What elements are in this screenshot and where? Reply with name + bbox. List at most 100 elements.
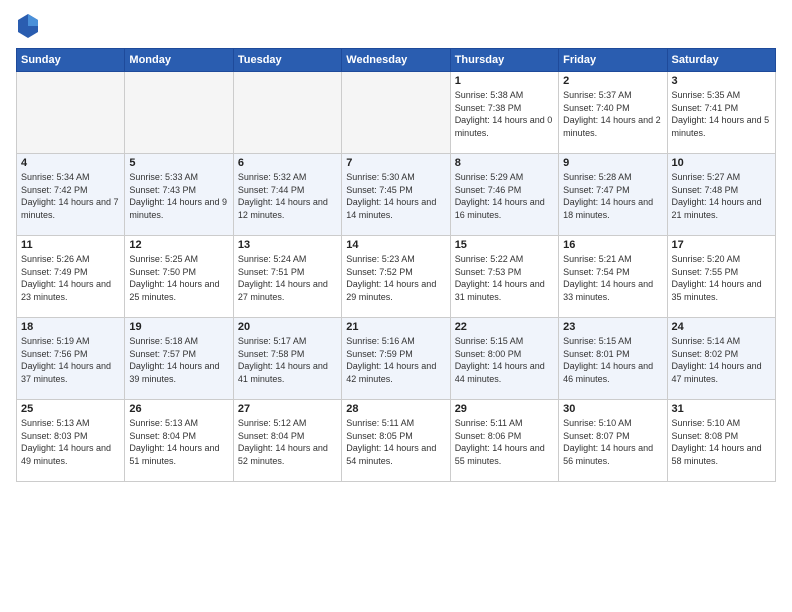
day-number: 1 [455,75,554,87]
day-cell: 15 Sunrise: 5:22 AM Sunset: 7:53 PM Dayli… [450,236,558,318]
day-cell: 16 Sunrise: 5:21 AM Sunset: 7:54 PM Dayli… [559,236,667,318]
day-info: Sunrise: 5:22 AM Sunset: 7:53 PM Dayligh… [455,253,554,303]
day-info: Sunrise: 5:32 AM Sunset: 7:44 PM Dayligh… [238,171,337,221]
day-number: 6 [238,157,337,169]
day-number: 26 [129,403,228,415]
day-number: 18 [21,321,120,333]
day-number: 19 [129,321,228,333]
day-info: Sunrise: 5:33 AM Sunset: 7:43 PM Dayligh… [129,171,228,221]
weekday-header-friday: Friday [559,49,667,72]
day-cell: 7Sunrise: 5:30 AM Sunset: 7:45 PM Daylig… [342,154,450,236]
day-info: Sunrise: 5:13 AM Sunset: 8:04 PM Dayligh… [129,417,228,467]
day-info: Sunrise: 5:18 AM Sunset: 7:57 PM Dayligh… [129,335,228,385]
day-info: Sunrise: 5:15 AM Sunset: 8:01 PM Dayligh… [563,335,662,385]
day-number: 25 [21,403,120,415]
day-number: 9 [563,157,662,169]
page: SundayMondayTuesdayWednesdayThursdayFrid… [0,0,792,612]
week-row-2: 4 Sunrise: 5:34 AM Sunset: 7:42 PM Daylig… [17,154,776,236]
day-info: Sunrise: 5:17 AM Sunset: 7:58 PM Dayligh… [238,335,337,385]
day-info: Sunrise: 5:15 AM Sunset: 8:00 PM Dayligh… [455,335,554,385]
header [16,12,776,40]
day-number: 13 [238,239,337,251]
day-info: Sunrise: 5:30 AM Sunset: 7:45 PM Dayligh… [346,171,445,221]
day-cell: 5 Sunrise: 5:33 AM Sunset: 7:43 PM Daylig… [125,154,233,236]
weekday-header-saturday: Saturday [667,49,775,72]
day-cell: 10 Sunrise: 5:27 AM Sunset: 7:48 PM Dayli… [667,154,775,236]
day-cell: 30Sunrise: 5:10 AM Sunset: 8:07 PM Dayli… [559,400,667,482]
day-number: 30 [563,403,662,415]
day-info: Sunrise: 5:11 AM Sunset: 8:05 PM Dayligh… [346,417,445,467]
day-cell: 3Sunrise: 5:35 AM Sunset: 7:41 PM Daylig… [667,72,775,154]
day-cell: 21 Sunrise: 5:16 AM Sunset: 7:59 PM Dayli… [342,318,450,400]
day-info: Sunrise: 5:12 AM Sunset: 8:04 PM Dayligh… [238,417,337,467]
day-cell: 23 Sunrise: 5:15 AM Sunset: 8:01 PM Dayli… [559,318,667,400]
weekday-row: SundayMondayTuesdayWednesdayThursdayFrid… [17,49,776,72]
day-cell: 19 Sunrise: 5:18 AM Sunset: 7:57 PM Dayli… [125,318,233,400]
day-number: 20 [238,321,337,333]
day-info: Sunrise: 5:21 AM Sunset: 7:54 PM Dayligh… [563,253,662,303]
week-row-4: 18 Sunrise: 5:19 AM Sunset: 7:56 PM Dayli… [17,318,776,400]
day-info: Sunrise: 5:26 AM Sunset: 7:49 PM Dayligh… [21,253,120,303]
day-info: Sunrise: 5:20 AM Sunset: 7:55 PM Dayligh… [672,253,771,303]
day-info: Sunrise: 5:16 AM Sunset: 7:59 PM Dayligh… [346,335,445,385]
day-cell: 14 Sunrise: 5:23 AM Sunset: 7:52 PM Dayli… [342,236,450,318]
day-number: 27 [238,403,337,415]
day-number: 28 [346,403,445,415]
day-cell: 12 Sunrise: 5:25 AM Sunset: 7:50 PM Dayli… [125,236,233,318]
day-number: 29 [455,403,554,415]
day-number: 5 [129,157,228,169]
day-cell: 13 Sunrise: 5:24 AM Sunset: 7:51 PM Dayli… [233,236,341,318]
week-row-5: 25 Sunrise: 5:13 AM Sunset: 8:03 PM Dayli… [17,400,776,482]
day-cell: 22 Sunrise: 5:15 AM Sunset: 8:00 PM Dayli… [450,318,558,400]
day-number: 3 [672,75,771,87]
weekday-header-sunday: Sunday [17,49,125,72]
day-cell: 6 Sunrise: 5:32 AM Sunset: 7:44 PM Daylig… [233,154,341,236]
day-number: 12 [129,239,228,251]
day-number: 11 [21,239,120,251]
day-cell: 31 Sunrise: 5:10 AM Sunset: 8:08 PM Dayli… [667,400,775,482]
day-number: 16 [563,239,662,251]
day-cell: 29 Sunrise: 5:11 AM Sunset: 8:06 PM Dayli… [450,400,558,482]
day-cell [233,72,341,154]
day-info: Sunrise: 5:23 AM Sunset: 7:52 PM Dayligh… [346,253,445,303]
weekday-header-tuesday: Tuesday [233,49,341,72]
week-row-3: 11 Sunrise: 5:26 AM Sunset: 7:49 PM Dayli… [17,236,776,318]
day-cell: 27 Sunrise: 5:12 AM Sunset: 8:04 PM Dayli… [233,400,341,482]
day-info: Sunrise: 5:24 AM Sunset: 7:51 PM Dayligh… [238,253,337,303]
day-info: Sunrise: 5:10 AM Sunset: 8:08 PM Dayligh… [672,417,771,467]
day-number: 14 [346,239,445,251]
calendar-header: SundayMondayTuesdayWednesdayThursdayFrid… [17,49,776,72]
logo [16,12,44,40]
day-number: 24 [672,321,771,333]
day-cell [125,72,233,154]
day-info: Sunrise: 5:28 AM Sunset: 7:47 PM Dayligh… [563,171,662,221]
day-cell [342,72,450,154]
day-number: 21 [346,321,445,333]
day-number: 15 [455,239,554,251]
day-info: Sunrise: 5:19 AM Sunset: 7:56 PM Dayligh… [21,335,120,385]
day-info: Sunrise: 5:37 AM Sunset: 7:40 PM Dayligh… [563,89,662,139]
day-info: Sunrise: 5:13 AM Sunset: 8:03 PM Dayligh… [21,417,120,467]
day-number: 31 [672,403,771,415]
day-cell: 11 Sunrise: 5:26 AM Sunset: 7:49 PM Dayli… [17,236,125,318]
day-cell: 8Sunrise: 5:29 AM Sunset: 7:46 PM Daylig… [450,154,558,236]
day-info: Sunrise: 5:34 AM Sunset: 7:42 PM Dayligh… [21,171,120,221]
day-info: Sunrise: 5:38 AM Sunset: 7:38 PM Dayligh… [455,89,554,139]
calendar: SundayMondayTuesdayWednesdayThursdayFrid… [16,48,776,482]
day-cell: 1 Sunrise: 5:38 AM Sunset: 7:38 PM Daylig… [450,72,558,154]
day-number: 4 [21,157,120,169]
day-cell: 18 Sunrise: 5:19 AM Sunset: 7:56 PM Dayli… [17,318,125,400]
day-info: Sunrise: 5:11 AM Sunset: 8:06 PM Dayligh… [455,417,554,467]
day-info: Sunrise: 5:25 AM Sunset: 7:50 PM Dayligh… [129,253,228,303]
weekday-header-thursday: Thursday [450,49,558,72]
day-number: 10 [672,157,771,169]
day-cell: 26 Sunrise: 5:13 AM Sunset: 8:04 PM Dayli… [125,400,233,482]
day-cell: 24Sunrise: 5:14 AM Sunset: 8:02 PM Dayli… [667,318,775,400]
weekday-header-wednesday: Wednesday [342,49,450,72]
day-cell [17,72,125,154]
day-info: Sunrise: 5:27 AM Sunset: 7:48 PM Dayligh… [672,171,771,221]
day-number: 23 [563,321,662,333]
day-number: 22 [455,321,554,333]
day-number: 2 [563,75,662,87]
day-cell: 25 Sunrise: 5:13 AM Sunset: 8:03 PM Dayli… [17,400,125,482]
